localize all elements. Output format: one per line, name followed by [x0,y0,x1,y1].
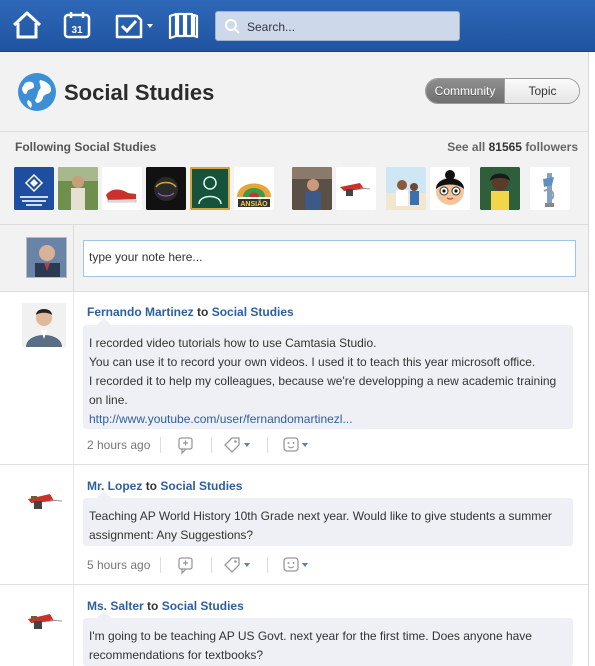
note-input-placeholder: type your note here... [89,250,203,264]
home-icon[interactable] [10,8,44,42]
divider [73,225,74,292]
reaction-icon[interactable] [281,555,313,575]
divider [160,437,161,453]
search-input[interactable]: Search... [215,11,460,41]
divider [267,557,268,573]
divider [211,437,212,453]
followers-section: Following Social Studies See all 81565 f… [0,132,588,225]
post-author-line: Fernando Martinez to Social Studies [87,305,294,319]
globe-icon [18,73,56,111]
post-text-line: recommendations for textbooks? [89,648,264,662]
post-text-line: I recorded it to help my colleagues, bec… [89,374,557,388]
post-meta: 5 hours ago [87,555,387,575]
see-all-followers-link[interactable]: See all 81565 followers [447,140,578,154]
svg-text:ANSIÃO: ANSIÃO [240,199,268,208]
divider [73,585,74,666]
tab-topic[interactable]: Topic [504,79,579,103]
calendar-day: 31 [71,25,83,36]
post-to: to [147,599,159,613]
post-body: I recorded video tutorials how to use Ca… [83,318,573,429]
post-target[interactable]: Social Studies [212,305,294,319]
post-target[interactable]: Social Studies [160,479,242,493]
post-body: Teaching AP World History 10th Grade nex… [83,491,573,546]
current-user-avatar [26,237,67,278]
reply-icon[interactable] [176,435,196,455]
search-placeholder: Search... [247,20,296,34]
see-all-suffix: followers [525,140,578,154]
follower-avatar[interactable] [292,167,332,210]
post-target[interactable]: Social Studies [162,599,244,613]
post-timestamp: 5 hours ago [87,558,151,572]
tag-icon[interactable] [222,555,254,575]
follower-avatar[interactable]: ANSIÃO [234,167,274,210]
post-to: to [145,479,158,493]
follower-avatar[interactable] [386,167,426,210]
feed-post: Ms. Salter to Social Studies I'm going t… [0,585,588,666]
follower-avatar[interactable] [530,167,570,210]
library-icon[interactable] [166,8,200,42]
follower-avatar[interactable] [14,167,54,210]
followers-count: 81565 [488,140,522,154]
top-nav-bar: 31 Search... [0,0,595,52]
author-avatar[interactable] [22,597,66,641]
post-author[interactable]: Ms. Salter [87,599,144,613]
tag-icon[interactable] [222,435,254,455]
post-meta: 2 hours ago [87,435,387,455]
post-text-line: You can use it to record your own videos… [89,355,536,369]
divider [211,557,212,573]
author-avatar[interactable] [22,477,66,521]
scrollbar-track[interactable] [588,52,595,666]
post-text-line: Teaching AP World History 10th Grade nex… [89,509,552,523]
follower-avatar[interactable] [146,167,186,210]
note-input[interactable]: type your note here... [83,240,576,277]
divider [160,557,161,573]
follower-avatar[interactable] [336,167,376,210]
post-text-line: on line. [89,393,128,407]
divider [73,465,74,584]
group-header: Social Studies Community Topic [0,52,588,132]
followers-label: Following Social Studies [15,140,157,154]
reply-icon[interactable] [176,555,196,575]
post-author[interactable]: Fernando Martinez [87,305,194,319]
note-composer: type your note here... [0,225,588,292]
post-link[interactable]: http://www.youtube.com/user/fernandomart… [89,410,567,429]
view-toggle: Community Topic [425,78,580,104]
divider [267,437,268,453]
calendar-icon[interactable]: 31 [60,8,94,42]
post-to: to [197,305,209,319]
post-timestamp: 2 hours ago [87,438,151,452]
search-icon [225,19,240,34]
divider [73,292,74,464]
see-all-prefix: See all [447,140,486,154]
follower-avatar[interactable] [430,167,470,210]
feed-post: Fernando Martinez to Social Studies I re… [0,292,588,465]
follower-avatar[interactable] [102,167,142,210]
post-text-line: assignment: Any Suggestions? [89,528,254,542]
post-text-line: I recorded video tutorials how to use Ca… [89,336,377,350]
follower-avatar[interactable] [190,167,230,210]
reaction-icon[interactable] [281,435,313,455]
post-text-line: I'm going to be teaching AP US Govt. nex… [89,629,532,643]
post-body: I'm going to be teaching AP US Govt. nex… [83,611,573,666]
tab-community[interactable]: Community [426,79,504,103]
follower-avatar[interactable] [480,167,520,210]
feed-post: Mr. Lopez to Social Studies Teaching AP … [0,465,588,585]
page-title: Social Studies [64,80,215,105]
assignments-icon[interactable] [108,8,156,42]
follower-avatar[interactable] [58,167,98,210]
author-avatar[interactable] [22,303,66,347]
post-author[interactable]: Mr. Lopez [87,479,142,493]
